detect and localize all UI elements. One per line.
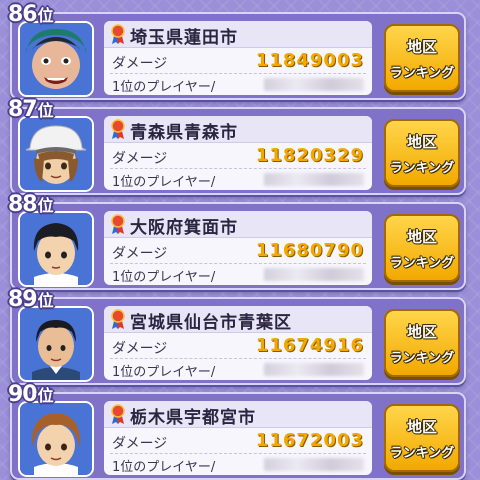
ranking-card: 89位 宮城県仙台市青葉区 ダメージ 11674916 1位のプレイヤー/ 地区… [8,287,466,385]
damage-value: 11680790 [255,240,364,261]
region-row: 青森県青森市 [104,116,372,143]
region-row: 宮城県仙台市青葉区 [104,306,372,333]
player-avatar [18,116,94,192]
entry-info-panel: 埼玉県蓮田市 ダメージ 11849003 1位のプレイヤー/ [104,21,372,95]
button-line1: 地区 [406,133,437,151]
top-player-label: 1位のプレイヤー/ [112,365,216,380]
divider [110,263,366,264]
entry-info-panel: 栃木県宇都宮市 ダメージ 11672003 1位のプレイヤー/ [104,401,372,475]
medal-icon [111,24,125,44]
top-player-name-blurred [264,173,364,186]
damage-label: ダメージ [112,341,168,357]
rank-number: 86位 [8,2,54,27]
damage-value: 11849003 [255,50,364,71]
button-line2: ランキング [389,256,455,271]
ranking-card: 87位 青森県青森市 ダメージ 11820329 1位のプレイヤー/ 地区 ラン… [8,97,466,195]
district-ranking-button[interactable]: 地区 ランキング [384,119,460,187]
district-ranking-button[interactable]: 地区 ランキング [384,214,460,282]
rank-suffix: 位 [37,101,54,120]
divider [110,358,366,359]
damage-label: ダメージ [112,56,168,72]
top-player-label: 1位のプレイヤー/ [112,460,216,475]
player-avatar [18,401,94,477]
medal-icon [111,309,125,329]
player-avatar [18,306,94,382]
region-name: 埼玉県蓮田市 [130,28,238,48]
top-player-name-blurred [264,268,364,281]
region-name: 宮城県仙台市青葉区 [130,313,292,333]
button-line1: 地区 [406,38,437,56]
entry-info-panel: 宮城県仙台市青葉区 ダメージ 11674916 1位のプレイヤー/ [104,306,372,380]
rank-number: 88位 [8,192,54,217]
rank-suffix: 位 [37,291,54,310]
region-name: 栃木県宇都宮市 [130,408,256,428]
district-ranking-button[interactable]: 地区 ランキング [384,309,460,377]
divider [110,453,366,454]
damage-value: 11674916 [255,335,364,356]
region-name: 大阪府箕面市 [130,218,238,238]
button-line2: ランキング [389,351,455,366]
top-player-name-blurred [264,78,364,91]
top-player-name-blurred [264,458,364,471]
button-line1: 地区 [406,323,437,341]
button-line1: 地区 [406,228,437,246]
region-row: 大阪府箕面市 [104,211,372,238]
damage-label: ダメージ [112,436,168,452]
ranking-card: 88位 大阪府箕面市 ダメージ 11680790 1位のプレイヤー/ 地区 ラン… [8,192,466,290]
top-player-label: 1位のプレイヤー/ [112,175,216,190]
ranking-card: 90位 栃木県宇都宮市 ダメージ 11672003 1位のプレイヤー/ 地区 ラ… [8,382,466,480]
rank-number: 90位 [8,382,54,407]
button-line2: ランキング [389,446,455,461]
region-name: 青森県青森市 [130,123,238,143]
medal-icon [111,119,125,139]
rank-number: 89位 [8,287,54,312]
rank-suffix: 位 [37,6,54,25]
damage-value: 11672003 [255,430,364,451]
player-avatar [18,211,94,287]
region-row: 埼玉県蓮田市 [104,21,372,48]
top-player-label: 1位のプレイヤー/ [112,80,216,95]
medal-icon [111,214,125,234]
rank-suffix: 位 [37,386,54,405]
divider [110,168,366,169]
damage-value: 11820329 [255,145,364,166]
district-ranking-button[interactable]: 地区 ランキング [384,404,460,472]
top-player-name-blurred [264,363,364,376]
button-line1: 地区 [406,418,437,436]
damage-label: ダメージ [112,246,168,262]
region-row: 栃木県宇都宮市 [104,401,372,428]
rank-number: 87位 [8,97,54,122]
button-line2: ランキング [389,161,455,176]
district-ranking-button[interactable]: 地区 ランキング [384,24,460,92]
damage-label: ダメージ [112,151,168,167]
top-player-label: 1位のプレイヤー/ [112,270,216,285]
medal-icon [111,404,125,424]
rank-suffix: 位 [37,196,54,215]
button-line2: ランキング [389,66,455,81]
divider [110,73,366,74]
entry-info-panel: 青森県青森市 ダメージ 11820329 1位のプレイヤー/ [104,116,372,190]
ranking-card: 86位 埼玉県蓮田市 ダメージ 11849003 1位のプレイヤー/ 地区 ラン… [8,2,466,100]
player-avatar [18,21,94,97]
entry-info-panel: 大阪府箕面市 ダメージ 11680790 1位のプレイヤー/ [104,211,372,285]
